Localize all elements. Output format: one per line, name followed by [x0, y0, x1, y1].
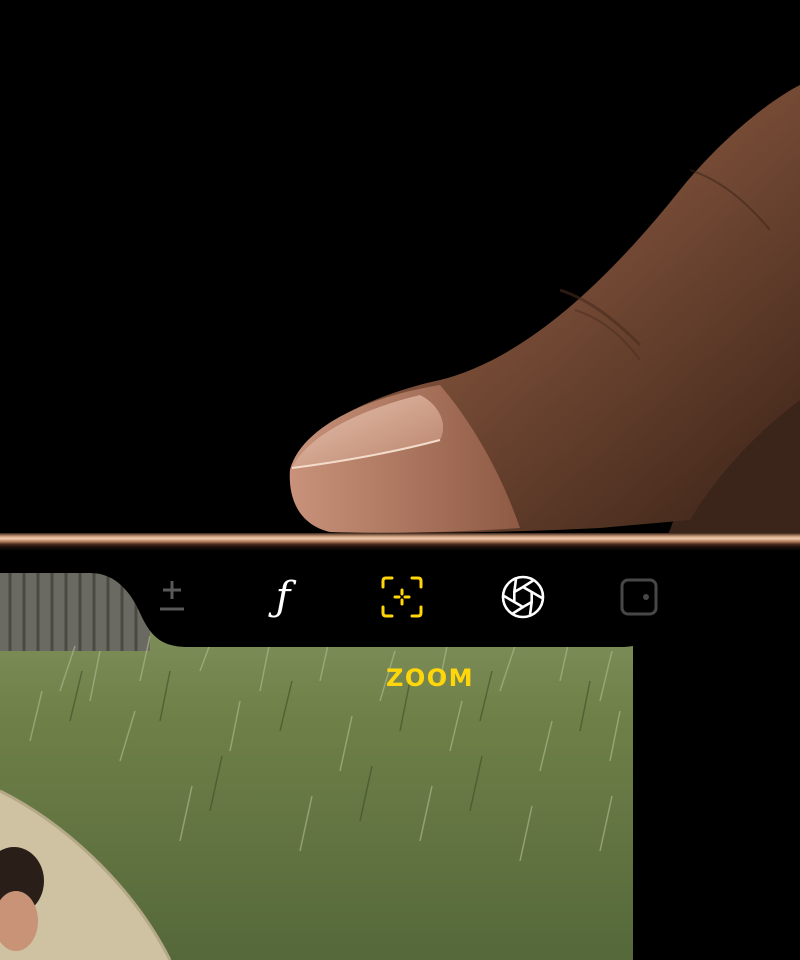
f-stop-icon: ƒ [275, 574, 291, 620]
zoom-focus-frame-icon [381, 576, 423, 618]
exposure-icon [160, 581, 184, 611]
exposure-control[interactable] [146, 571, 198, 623]
camera-control-bar: ƒ [0, 551, 800, 647]
aperture-control[interactable] [497, 571, 549, 623]
aperture-icon [501, 575, 545, 619]
finger-illustration [289, 85, 800, 540]
selected-control-label: ZOOM [385, 664, 475, 692]
f-stop-control[interactable]: ƒ [257, 571, 309, 623]
extra-control[interactable] [613, 571, 665, 623]
device-edge [0, 533, 800, 551]
zoom-control[interactable] [376, 571, 428, 623]
finger-photo [0, 0, 800, 540]
square-control-icon [620, 578, 658, 616]
camera-control-scene: ƒ ZOOM [0, 0, 800, 960]
